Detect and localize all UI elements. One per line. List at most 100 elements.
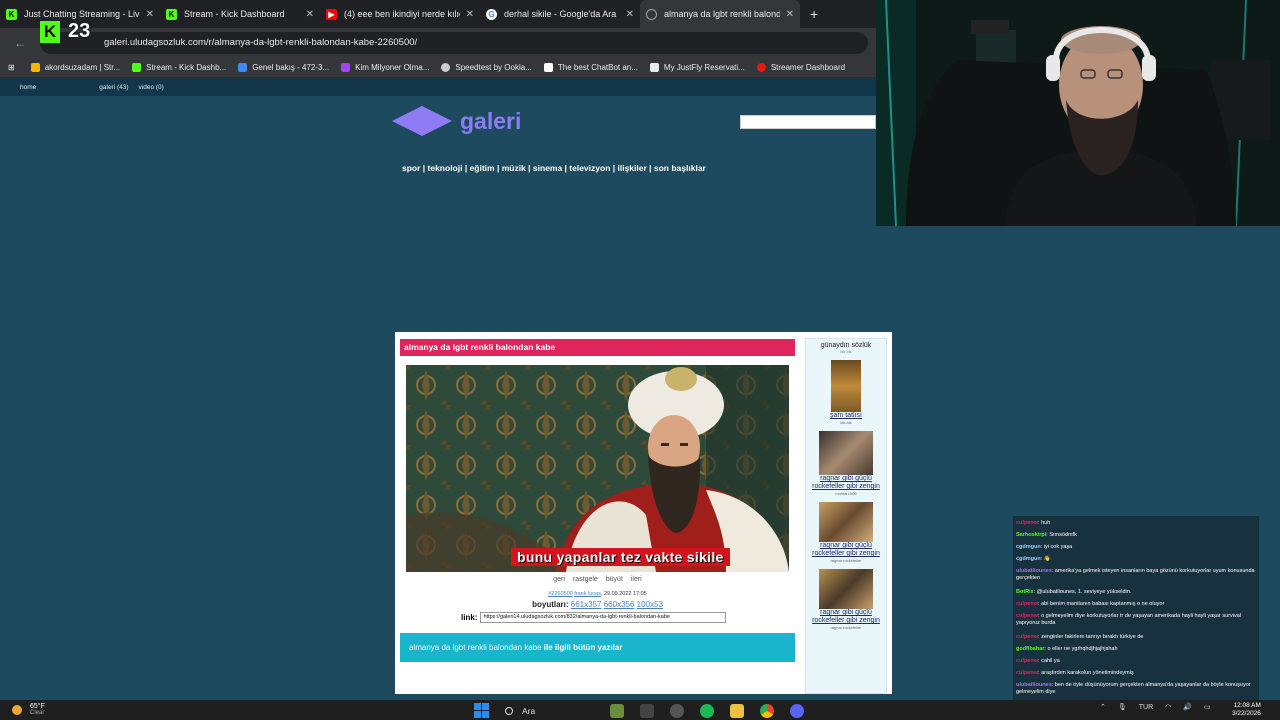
file-explorer-icon[interactable]	[730, 703, 744, 718]
site-logo[interactable]: galeri	[392, 106, 521, 136]
search-icon	[505, 706, 513, 715]
next-link[interactable]: ileri	[631, 576, 642, 583]
tab-kick-dashboard[interactable]: K Stream - Kick Dashboard ✕	[160, 0, 320, 28]
nav-home-link[interactable]: home	[20, 84, 36, 91]
chevron-up-icon[interactable]: ⌃	[1100, 703, 1106, 711]
close-icon[interactable]: ✕	[626, 9, 634, 20]
chat-username: godfibahar	[1016, 646, 1045, 652]
google-icon: G	[486, 8, 497, 20]
sidebar-thumbnail	[819, 431, 873, 475]
widget-app-icon[interactable]	[610, 703, 624, 718]
kick-viewer-badge: K 23	[40, 20, 90, 43]
bookmark-label: The best ChatBot an...	[557, 63, 638, 72]
clock-date: 3/22/2026	[1232, 710, 1261, 717]
sidebar-item[interactable]: ragnar gibi güçlü rockefeller gibi zengi…	[806, 431, 886, 496]
close-icon[interactable]: ✕	[146, 9, 154, 20]
back-icon[interactable]: ←	[0, 36, 40, 50]
volume-icon[interactable]: 🔊	[1183, 703, 1192, 711]
bookmark-item[interactable]: Stream - Kick Dashb...	[132, 63, 226, 72]
viewer-count: 23	[68, 20, 91, 42]
author-link[interactable]: frank lucas	[574, 591, 601, 597]
chat-username: сulpenw	[1016, 658, 1039, 664]
size-link[interactable]: 100x53	[637, 600, 663, 609]
bookmark-item[interactable]: The best ChatBot an...	[543, 63, 638, 72]
chat-message: сulpenw: huh	[1013, 518, 1259, 530]
chat-message: Sarhoskirpi: Sımsödmfk	[1013, 530, 1259, 542]
weather-widget[interactable]: 65°F Clear	[12, 703, 45, 716]
windows-start-icon[interactable]	[474, 703, 489, 718]
bookmark-item[interactable]: Streamer Dashboard	[756, 63, 846, 72]
post-date: 29.09.2022 17:05	[603, 591, 647, 597]
bookmark-item[interactable]: akordsuzadam | Str...	[30, 63, 121, 72]
nav-video-link[interactable]: video (0)	[139, 84, 164, 91]
bookmark-label: Stream - Kick Dashb...	[146, 63, 227, 72]
tab-galeri[interactable]: almanya da lgbt renkli balondar ✕	[640, 0, 800, 28]
taskbar-search[interactable]: Ara	[505, 706, 610, 716]
chrome-icon[interactable]	[760, 703, 774, 718]
chat-message: BotRix: @ulubatliounes, 1. seviyeye yüks…	[1013, 587, 1259, 599]
language-indicator[interactable]: TUR	[1139, 704, 1153, 711]
post-id-link[interactable]: #2260500	[548, 591, 572, 597]
bookmark-label: Streamer Dashboard	[770, 63, 846, 72]
chat-text: : o eller ne ygrhqhdjhjajhjshah	[1044, 646, 1118, 652]
nav-galeri-link[interactable]: galeri (43)	[99, 84, 128, 91]
enlarge-link[interactable]: büyüt	[606, 576, 623, 583]
sidebar-thumbnail	[831, 360, 861, 412]
chat-username: сulpenw	[1016, 634, 1039, 640]
tab-youtube[interactable]: ▶ (4) eee ben ikindiyi nerde kılıca ✕	[320, 0, 480, 28]
clock-time: 12:08 AM	[1233, 702, 1261, 709]
post-title: almanya da lgbt renkli balondan kabe	[400, 339, 795, 356]
weather-text: 65°F Clear	[30, 703, 45, 716]
spotify-icon[interactable]	[700, 703, 714, 718]
prev-link[interactable]: geri	[553, 576, 565, 583]
sidebar-item[interactable]: ragnar gibi güçlü rockefeller gibi zengi…	[806, 502, 886, 563]
close-icon[interactable]: ✕	[786, 9, 794, 20]
share-link-field[interactable]: https://galeri14.uludagsozluk.com/832/al…	[480, 612, 727, 623]
close-icon[interactable]: ✕	[306, 9, 314, 20]
site-top-nav: home galeri (43) video (0)	[0, 78, 876, 96]
url-field[interactable]: galeri.uludagsozluk.com/r/almanya-da-lgb…	[40, 32, 868, 54]
bookmark-item[interactable]: Speedtest by Ookla...	[441, 63, 532, 72]
sidebar-heading-sub: bik bik	[840, 349, 852, 354]
battery-icon[interactable]: ▭	[1204, 703, 1211, 711]
post-image[interactable]: bunu yapanlar tez vakte sikile	[406, 365, 789, 572]
chat-text: : iyi cok yaşa	[1040, 544, 1073, 550]
size-link[interactable]: 660x356	[604, 600, 635, 609]
sidebar-item[interactable]: ragnar gibi güçlü rockefeller gibi zengi…	[806, 569, 886, 630]
bookmark-item[interactable]: Kim Milyoner Olma...	[341, 63, 429, 72]
bookmark-item[interactable]: Genel bakış - 472-3...	[238, 63, 329, 72]
system-clock[interactable]: 12:08 AM 3/22/2026	[1232, 702, 1261, 718]
apps-grid-icon[interactable]: ⊞	[8, 63, 15, 72]
stream-chat-overlay: сulpenw: huh Sarhoskirpi: Sımsödmfk cgdm…	[1013, 516, 1259, 700]
search-input[interactable]	[740, 115, 876, 129]
justfly-icon	[649, 63, 659, 72]
bookmark-item[interactable]: My JustFly Reservati...	[649, 63, 745, 72]
moon-icon	[12, 704, 22, 715]
microphone-icon[interactable]: 🎙	[1118, 703, 1127, 711]
size-link[interactable]: 661x357	[571, 600, 602, 609]
tab-google[interactable]: G derhal sikile - Google'da Ara ✕	[480, 0, 640, 28]
wifi-icon[interactable]: ◠	[1165, 703, 1171, 711]
sidebar-thumbnail	[819, 502, 873, 542]
random-link[interactable]: rastgele	[573, 576, 598, 583]
bookmark-label: Speedtest by Ookla...	[455, 63, 532, 72]
chat-message: сulpenw: zenginler fakirlere tanrıyı bır…	[1013, 632, 1259, 644]
related-suffix: ile ilgili bütün yazılar	[543, 643, 623, 652]
chat-message: ulubatliounes: amerika'ya gelmek isteyen…	[1013, 566, 1259, 585]
weather-desc: Clear	[30, 710, 45, 716]
new-tab-button[interactable]: +	[810, 6, 818, 22]
related-posts-bar[interactable]: almanya da lgbt renkli balondan kabe ile…	[400, 633, 795, 662]
close-icon[interactable]: ✕	[466, 9, 474, 20]
sidebar-thumbnail	[819, 569, 873, 609]
discord-icon[interactable]	[790, 703, 804, 718]
chat-text: : @ulubatliounes, 1. seviyeye yükseldin.	[1033, 589, 1132, 595]
post-card: almanya da lgbt renkli balondan kabe bun…	[395, 332, 892, 694]
sidebar-item[interactable]: şam tatlısı bik bik	[806, 360, 886, 425]
chat-username: сulpenw	[1016, 601, 1039, 607]
category-links[interactable]: spor | teknoloji | eğitim | müzik | sine…	[402, 163, 706, 173]
obs-icon[interactable]	[670, 703, 684, 718]
sidebar-item-sub: ragnar rockefeller	[830, 625, 862, 630]
task-view-icon[interactable]	[640, 703, 654, 718]
bookmark-label: akordsuzadam | Str...	[44, 63, 121, 72]
chat-text: : 👋	[1040, 556, 1051, 562]
